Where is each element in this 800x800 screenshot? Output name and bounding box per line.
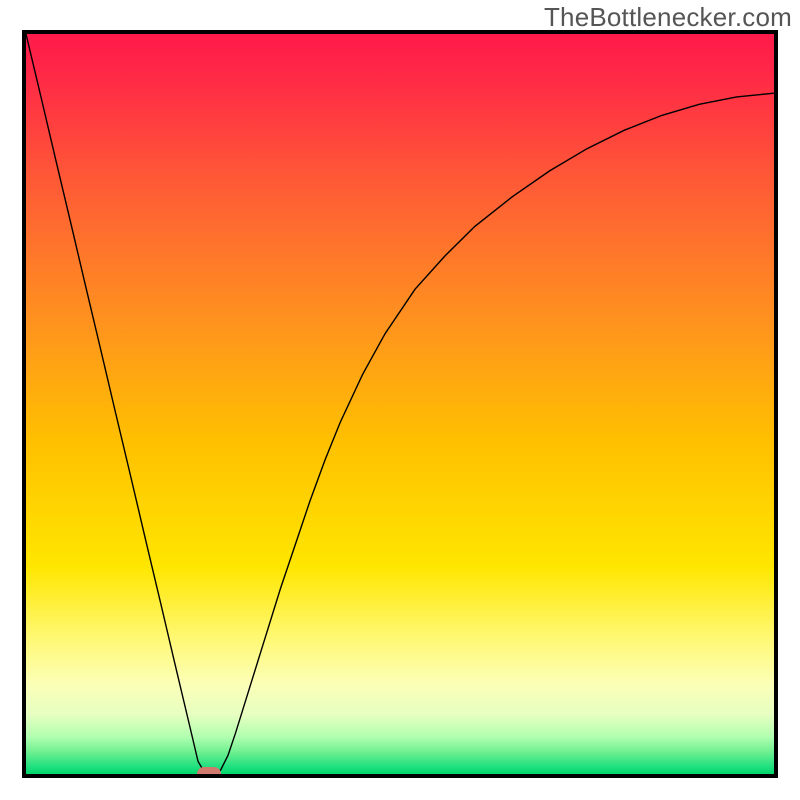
gradient-background — [26, 34, 774, 774]
chart-svg — [26, 34, 774, 774]
minimum-marker — [197, 767, 221, 774]
plot-area — [26, 34, 774, 774]
plot-border — [22, 30, 778, 778]
chart-frame: TheBottlenecker.com — [0, 0, 800, 800]
watermark-text: TheBottlenecker.com — [544, 2, 792, 33]
